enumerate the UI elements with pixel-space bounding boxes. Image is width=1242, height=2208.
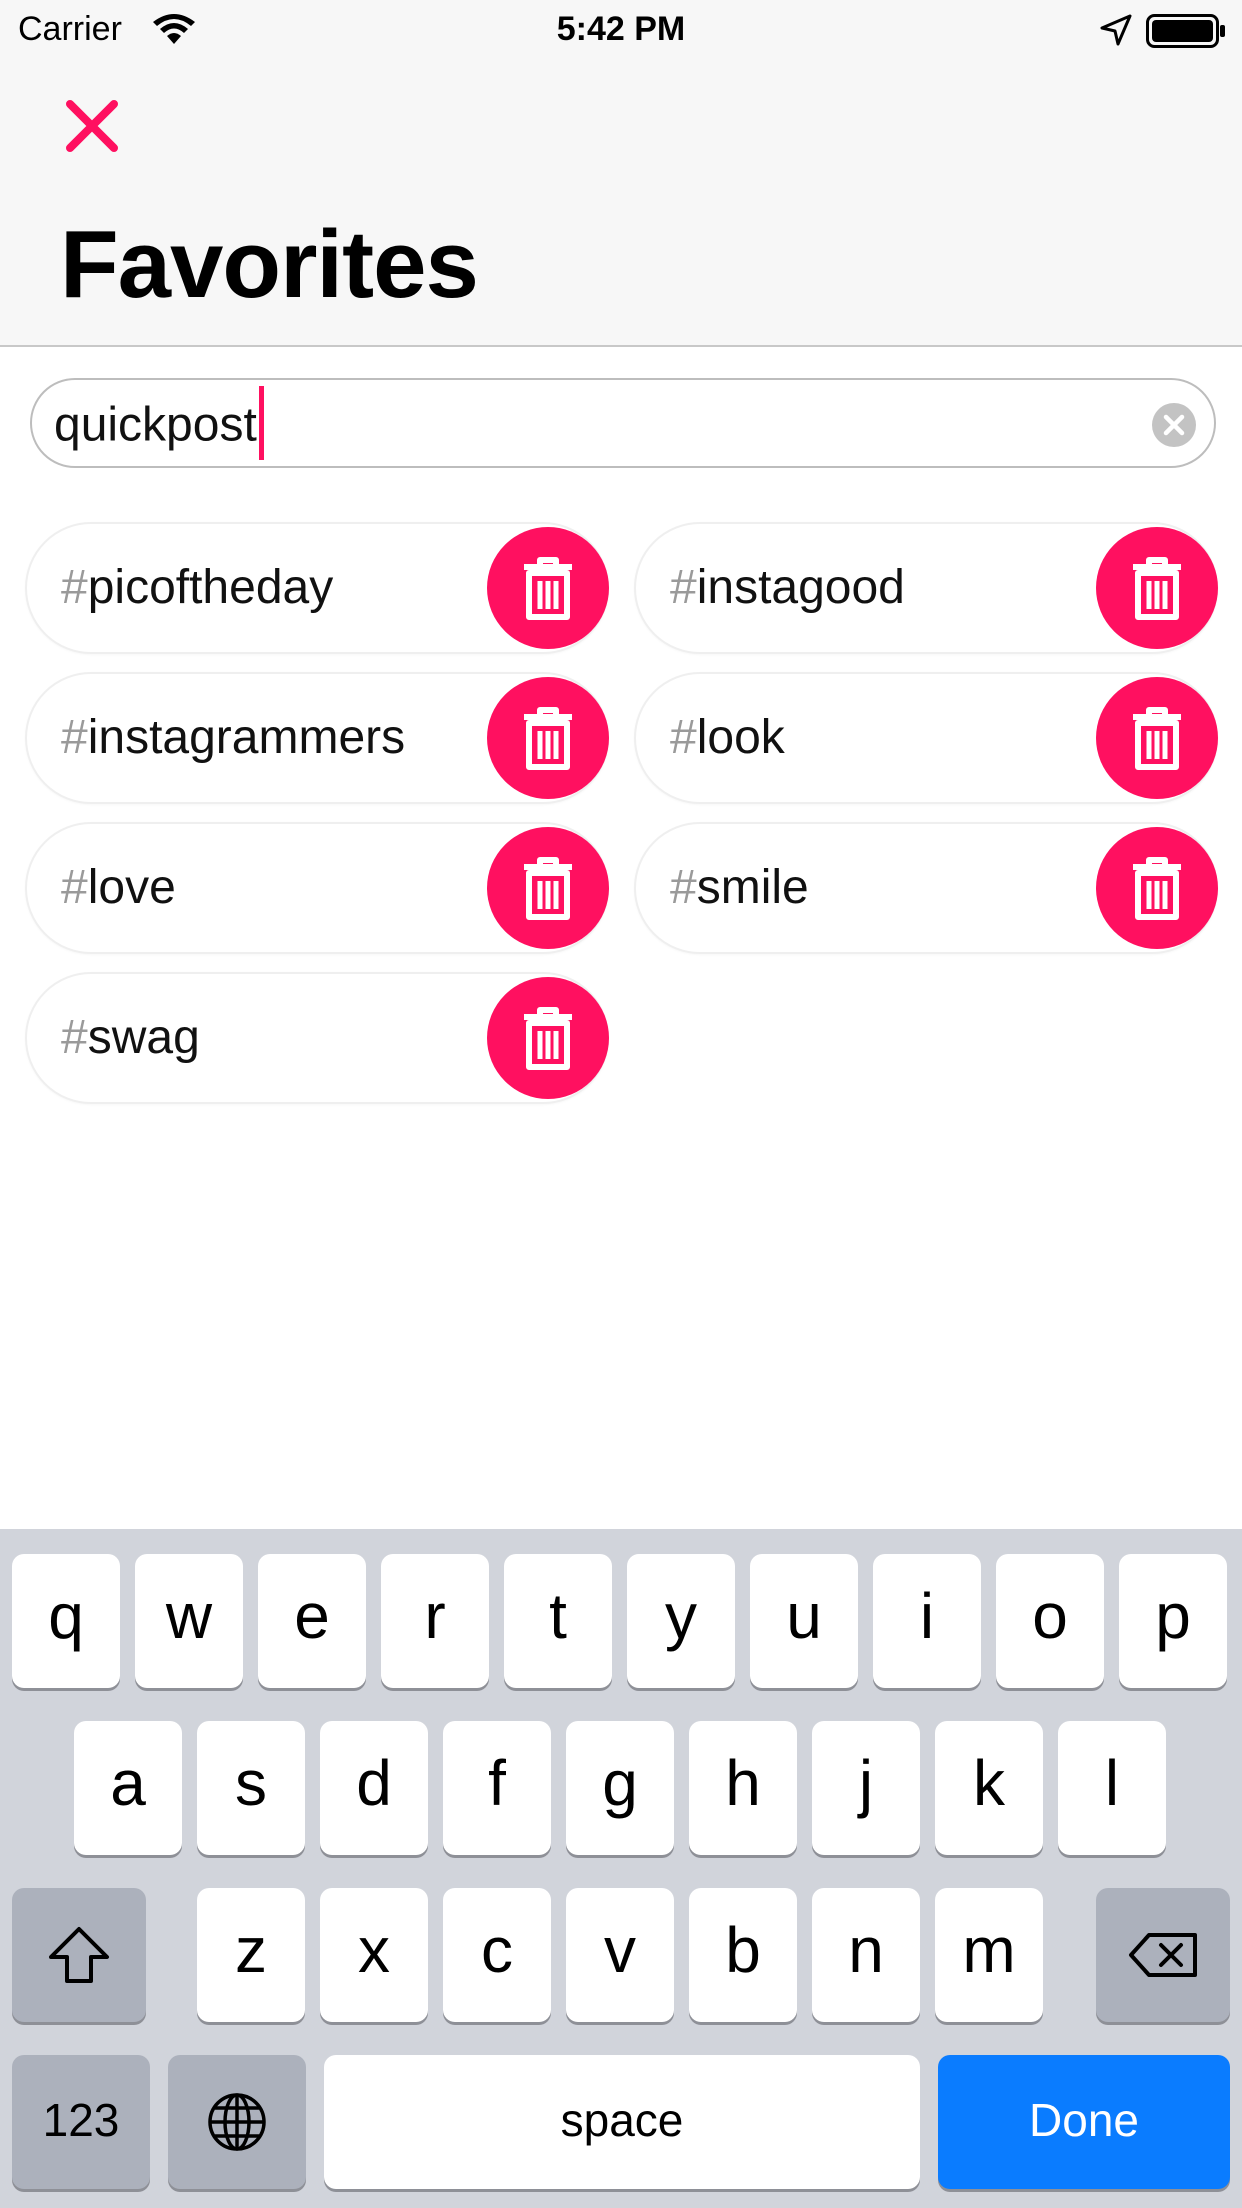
page-title: Favorites bbox=[60, 211, 479, 318]
key-a[interactable]: a bbox=[74, 1721, 182, 1855]
tag-label: #swag bbox=[61, 1011, 200, 1064]
key-o[interactable]: o bbox=[996, 1554, 1104, 1688]
clock: 5:42 PM bbox=[556, 10, 686, 48]
keyboard: q w e r t y u i o p a s d f g h j k l z … bbox=[0, 1529, 1242, 2208]
key-p[interactable]: p bbox=[1119, 1554, 1227, 1688]
key-j[interactable]: j bbox=[812, 1721, 920, 1855]
trash-icon bbox=[1133, 857, 1181, 920]
key-s[interactable]: s bbox=[197, 1721, 305, 1855]
close-button[interactable] bbox=[64, 98, 120, 154]
clear-search-button[interactable] bbox=[1152, 403, 1196, 447]
shift-key[interactable] bbox=[12, 1888, 146, 2022]
key-n[interactable]: n bbox=[812, 1888, 920, 2022]
done-key[interactable]: Done bbox=[938, 2055, 1230, 2189]
key-c[interactable]: c bbox=[443, 1888, 551, 2022]
key-w[interactable]: w bbox=[135, 1554, 243, 1688]
trash-icon bbox=[1133, 707, 1181, 770]
delete-key[interactable] bbox=[1096, 1888, 1230, 2022]
search-input[interactable]: quickpost bbox=[30, 378, 1216, 468]
tag-chip[interactable]: #picoftheday bbox=[25, 522, 609, 654]
key-y[interactable]: y bbox=[627, 1554, 735, 1688]
tag-label: #smile bbox=[670, 861, 809, 914]
tag-chip[interactable]: #smile bbox=[634, 822, 1218, 954]
trash-icon bbox=[524, 707, 572, 770]
tag-label: #instagood bbox=[670, 561, 905, 614]
tag-chip[interactable]: #instagrammers bbox=[25, 672, 609, 804]
tag-chip[interactable]: #look bbox=[634, 672, 1218, 804]
navigation-header: Carrier 5:42 PM Favorites bbox=[0, 0, 1242, 347]
key-k[interactable]: k bbox=[935, 1721, 1043, 1855]
trash-icon bbox=[524, 557, 572, 620]
key-x[interactable]: x bbox=[320, 1888, 428, 2022]
trash-icon bbox=[524, 1007, 572, 1070]
key-b[interactable]: b bbox=[689, 1888, 797, 2022]
shift-icon bbox=[49, 1927, 109, 1983]
location-arrow-icon bbox=[1100, 14, 1132, 46]
key-g[interactable]: g bbox=[566, 1721, 674, 1855]
delete-tag-button[interactable] bbox=[1096, 677, 1218, 799]
tag-label: #love bbox=[61, 861, 176, 914]
backspace-icon bbox=[1129, 1933, 1197, 1977]
delete-tag-button[interactable] bbox=[1096, 827, 1218, 949]
search-input-value: quickpost bbox=[54, 386, 264, 460]
globe-key[interactable] bbox=[168, 2055, 306, 2189]
key-m[interactable]: m bbox=[935, 1888, 1043, 2022]
delete-tag-button[interactable] bbox=[487, 677, 609, 799]
key-d[interactable]: d bbox=[320, 1721, 428, 1855]
tag-chip[interactable]: #love bbox=[25, 822, 609, 954]
key-t[interactable]: t bbox=[504, 1554, 612, 1688]
clear-icon bbox=[1163, 414, 1185, 436]
tag-label: #look bbox=[670, 711, 785, 764]
key-f[interactable]: f bbox=[443, 1721, 551, 1855]
numbers-key[interactable]: 123 bbox=[12, 2055, 150, 2189]
tag-label: #instagrammers bbox=[61, 711, 406, 764]
key-h[interactable]: h bbox=[689, 1721, 797, 1855]
delete-tag-button[interactable] bbox=[487, 827, 609, 949]
battery-icon bbox=[1146, 14, 1225, 48]
tag-label: #picoftheday bbox=[61, 561, 334, 614]
delete-tag-button[interactable] bbox=[487, 527, 609, 649]
key-i[interactable]: i bbox=[873, 1554, 981, 1688]
tag-chip[interactable]: #swag bbox=[25, 972, 609, 1104]
key-l[interactable]: l bbox=[1058, 1721, 1166, 1855]
space-key[interactable]: space bbox=[324, 2055, 920, 2189]
tag-chip[interactable]: #instagood bbox=[634, 522, 1218, 654]
key-q[interactable]: q bbox=[12, 1554, 120, 1688]
close-icon bbox=[66, 100, 118, 152]
key-v[interactable]: v bbox=[566, 1888, 674, 2022]
key-e[interactable]: e bbox=[258, 1554, 366, 1688]
key-u[interactable]: u bbox=[750, 1554, 858, 1688]
key-z[interactable]: z bbox=[197, 1888, 305, 2022]
key-r[interactable]: r bbox=[381, 1554, 489, 1688]
status-bar: Carrier 5:42 PM bbox=[0, 0, 1242, 62]
text-caret bbox=[258, 386, 264, 460]
globe-icon bbox=[208, 2093, 266, 2151]
trash-icon bbox=[524, 857, 572, 920]
delete-tag-button[interactable] bbox=[487, 977, 609, 1099]
delete-tag-button[interactable] bbox=[1096, 527, 1218, 649]
trash-icon bbox=[1133, 557, 1181, 620]
